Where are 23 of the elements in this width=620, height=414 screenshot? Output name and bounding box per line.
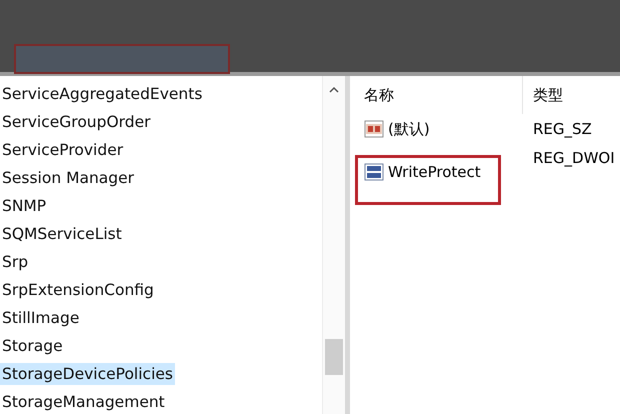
tree-item[interactable]: StorageDevicePolicies <box>0 363 175 385</box>
tree-item[interactable]: Session Manager <box>0 167 136 189</box>
column-header[interactable]: 类型 <box>533 86 563 104</box>
value-type: REG_DWOI <box>532 148 615 167</box>
tree-item[interactable]: StorageManagement <box>0 391 167 413</box>
value-name[interactable]: (默认) <box>388 120 430 138</box>
tree-item[interactable]: Srp <box>0 251 30 273</box>
value-name[interactable]: WriteProtect <box>388 163 481 181</box>
string-value-icon <box>364 120 384 138</box>
value-type: REG_SZ <box>532 120 592 138</box>
scroll-up-icon[interactable] <box>329 86 339 94</box>
scrollbar[interactable] <box>322 76 345 414</box>
column-header[interactable]: 名称 <box>364 86 394 104</box>
binary-value-icon <box>364 163 384 181</box>
tree-item[interactable]: Storage <box>0 335 65 357</box>
tree-item[interactable]: ServiceGroupOrder <box>0 111 153 133</box>
tree-item[interactable]: StillImage <box>0 307 82 329</box>
tree-item[interactable]: SNMP <box>0 195 48 217</box>
tree-item[interactable]: ServiceAggregatedEvents <box>0 83 204 105</box>
tree-item[interactable]: ServiceProvider <box>0 139 126 161</box>
scrollbar-thumb[interactable] <box>325 339 343 375</box>
tree-item[interactable]: SrpExtensionConfig <box>0 279 156 301</box>
tree-item[interactable]: SQMServiceList <box>0 223 124 245</box>
